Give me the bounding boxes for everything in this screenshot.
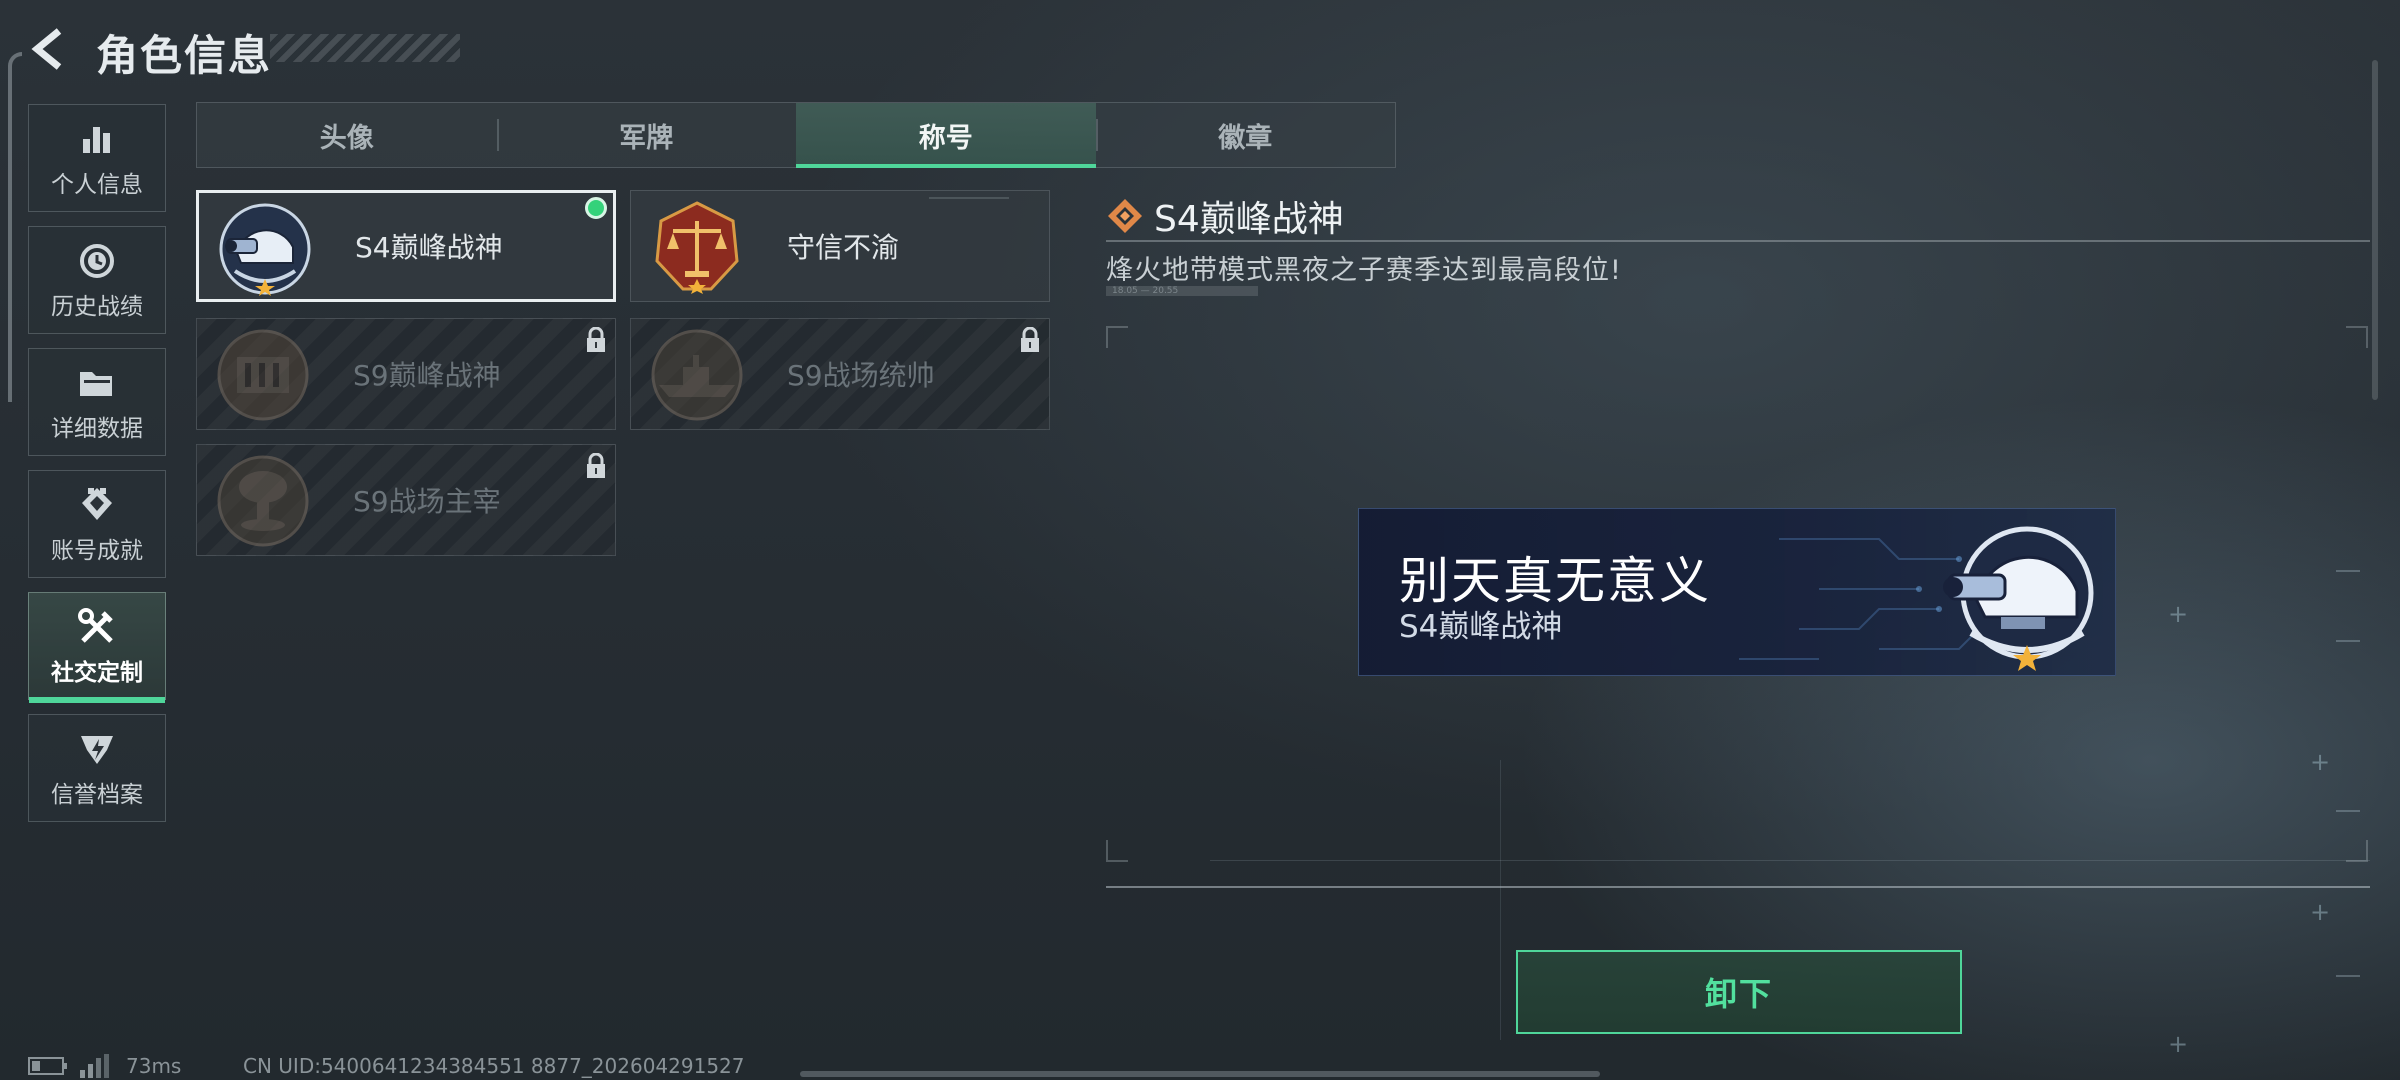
sidebar-item-label: 个人信息 [51,172,143,198]
title-card-faithful[interactable]: 守信不渝 [630,190,1050,302]
detail-divider [1106,240,2370,242]
sidebar-item-label: 账号成就 [51,538,143,564]
hud-grid-line [1210,860,2370,861]
lock-icon [1021,327,1039,352]
card-decoration-line [929,197,1009,199]
preview-bottom-line [1106,886,2370,888]
hud-tick [2336,810,2360,812]
title-card-label: 守信不渝 [787,231,900,264]
title-decoration [270,34,460,62]
title-card-s9-commander[interactable]: S9战场统帅 [630,318,1050,430]
night-vision-helmet-emblem [219,203,311,296]
diamond-rank-icon [1108,199,1142,233]
credit-shield-icon [75,727,119,771]
ping-value: 73ms [126,1054,182,1078]
back-arrow-icon [31,28,62,70]
title-card-label: S4巅峰战神 [355,231,503,264]
preview-frame-corner [2346,840,2368,862]
horizontal-scrollbar[interactable] [800,1071,1600,1077]
sidebar-item-credit-file[interactable]: 信誉档案 [28,714,166,822]
title-card-s9-peak-god[interactable]: S9巅峰战神 [196,318,616,430]
banner-title-text: S4巅峰战神 [1399,609,1563,645]
status-footer: 73ms [28,1052,181,1080]
title-card-label: S9巅峰战神 [353,359,501,392]
bar-chart-icon [75,117,119,161]
tab-badge[interactable]: 徽章 [1095,103,1396,167]
night-vision-helmet-emblem [1943,526,2094,671]
sidebar-item-label: 信誉档案 [51,782,143,808]
back-button[interactable] [24,24,74,74]
hud-plus-mark: + [2168,600,2189,628]
nameplate-banner: 别天真无意义 S4巅峰战神 [1358,508,2116,676]
vertical-scrollbar[interactable] [2372,60,2378,400]
history-clock-icon [75,239,119,283]
sidebar-item-personal-info[interactable]: 个人信息 [28,104,166,212]
page-title: 角色信息 [96,31,273,80]
tab-bar: 头像 军牌 称号 徽章 [196,102,1396,168]
sidebar-item-detailed-data[interactable]: 详细数据 [28,348,166,456]
sidebar-item-label: 详细数据 [51,416,143,442]
sidebar-item-label: 历史战绩 [51,294,143,320]
tab-military-tag[interactable]: 军牌 [496,103,797,167]
detail-title-text: S4巅峰战神 [1154,199,1344,240]
scales-emblem [655,201,739,294]
preview-frame-corner [2346,326,2368,348]
warship-emblem [651,329,743,421]
hud-plus-mark: + [2310,898,2331,926]
hud-plus-mark: + [2310,748,2331,776]
title-card-label: S9战场统帅 [787,359,935,392]
hud-tick [2336,570,2360,572]
tab-avatar[interactable]: 头像 [197,103,497,167]
mushroom-cloud-emblem [217,455,309,547]
preview-frame-corner [1106,326,1128,348]
unequip-button[interactable]: 卸下 [1516,950,1962,1034]
tools-icon [75,605,119,649]
achievement-icon [75,483,119,527]
folder-icon [75,361,119,405]
fortress-emblem [217,329,309,421]
title-card-label: S9战场主宰 [353,485,501,518]
detail-date-hint: 18.05 — 20.55 [1106,286,1258,296]
battery-icon [28,1057,67,1075]
preview-frame-corner [1106,840,1128,862]
lock-icon [587,453,605,478]
hud-plus-mark: + [2168,1030,2189,1058]
lock-icon [587,327,605,352]
title-card-s4-peak-god[interactable]: S4巅峰战神 [196,190,616,302]
unequip-button-label: 卸下 [1704,975,1773,1013]
frame-bracket-left [8,52,22,402]
sidebar-item-history[interactable]: 历史战绩 [28,226,166,334]
hud-tick [2336,640,2360,642]
detail-description: 烽火地带模式黑夜之子赛季达到最高段位! [1106,255,1622,286]
sidebar-item-label: 社交定制 [51,660,143,686]
sidebar-item-social-custom[interactable]: 社交定制 [28,592,166,703]
user-uid: CN UID:5400641234384551 8877_20260429152… [243,1054,745,1078]
equipped-indicator-dot [585,197,607,219]
tab-title[interactable]: 称号 [796,103,1096,168]
detail-title: S4巅峰战神 [1106,190,1344,242]
hud-tick [2336,975,2360,977]
title-card-s9-dominator[interactable]: S9战场主宰 [196,444,616,556]
signal-icon [80,1054,109,1078]
sidebar-item-achievements[interactable]: 账号成就 [28,470,166,578]
hud-grid-line [1500,760,1501,1040]
